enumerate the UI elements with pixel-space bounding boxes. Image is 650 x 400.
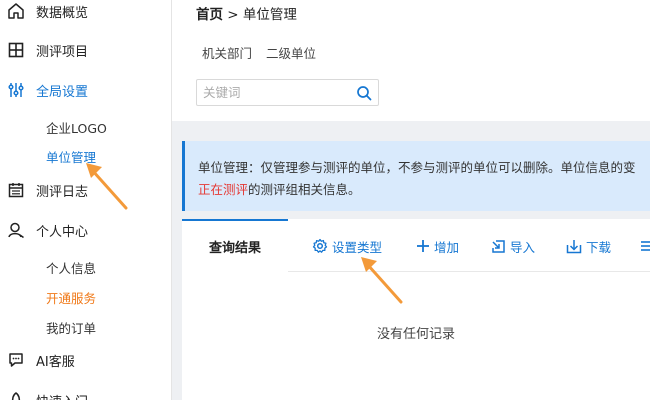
results-card: 查询结果 设置类型 增加 导入 下载 没有任何记录	[182, 219, 650, 400]
gear-icon	[312, 238, 328, 253]
tab-departments[interactable]: 机关部门	[202, 46, 252, 61]
settings-type-label: 设置类型	[332, 239, 383, 255]
download-icon	[566, 239, 582, 253]
sidebar-subitem-subscribe[interactable]: 开通服务	[46, 288, 96, 307]
sidebar-item-personal[interactable]: 个人中心	[0, 215, 172, 245]
sidebar-item-label: 个人中心	[36, 224, 89, 240]
notice-banner: 单位管理：仅管理参与测评的单位，不参与测评的单位可以删除。单位信息的变 正在测评…	[182, 141, 650, 211]
unit-type-tabs: 机关部门 二级单位	[202, 43, 330, 62]
empty-state-text: 没有任何记录	[376, 327, 455, 342]
tab-secondary-units[interactable]: 二级单位	[266, 46, 316, 61]
sidebar-subitem-orders[interactable]: 我的订单	[46, 318, 96, 337]
sidebar-item-label: 数据概览	[36, 5, 89, 21]
sidebar: 数据概览 测评项目 全局设置 企业LOGO 单位管理 测评日志 个人中心 个人信…	[0, 0, 172, 400]
download-button[interactable]: 下载	[566, 236, 611, 256]
calendar-icon	[6, 180, 26, 200]
breadcrumb-separator: >	[227, 7, 239, 23]
import-button[interactable]: 导入	[491, 236, 535, 256]
user-icon	[6, 220, 26, 240]
sidebar-subitem-profile[interactable]: 个人信息	[46, 258, 96, 277]
sidebar-item-projects[interactable]: 测评项目	[0, 35, 172, 65]
sidebar-subitem-units[interactable]: 单位管理	[46, 147, 96, 166]
main-content: 首页 > 单位管理 机关部门二级单位 单位管理：仅管理参与测评的单位，不参与测评…	[172, 0, 650, 400]
sidebar-item-label: AI客服	[36, 354, 75, 370]
sidebar-item-label: 测评项目	[36, 44, 89, 60]
add-button[interactable]: 增加	[416, 236, 459, 256]
notice-line-1: 单位管理：仅管理参与测评的单位，不参与测评的单位可以删除。单位信息的变	[198, 160, 636, 175]
notice-highlight: 正在测评	[198, 182, 249, 197]
sidebar-item-ai-service[interactable]: AI客服	[0, 345, 172, 375]
search-icon[interactable]	[356, 85, 372, 101]
breadcrumb: 首页 > 单位管理	[196, 3, 297, 23]
sidebar-item-label: 测评日志	[36, 184, 89, 200]
notice-line-2: 正在测评的测评组相关信息。	[198, 179, 361, 198]
more-menu-button[interactable]	[640, 236, 650, 256]
grid-icon	[6, 40, 26, 60]
download-label: 下载	[586, 239, 612, 255]
import-label: 导入	[510, 239, 536, 255]
sidebar-item-label: 全局设置	[36, 84, 89, 100]
sidebar-item-overview[interactable]: 数据概览	[0, 0, 172, 26]
home-icon	[6, 1, 26, 21]
menu-icon	[641, 241, 650, 251]
breadcrumb-home[interactable]: 首页	[196, 7, 223, 23]
sidebar-item-logs[interactable]: 测评日志	[0, 175, 172, 205]
sidebar-item-settings[interactable]: 全局设置	[0, 75, 172, 105]
app-root: 数据概览 测评项目 全局设置 企业LOGO 单位管理 测评日志 个人中心 个人信…	[0, 0, 650, 400]
sliders-icon	[6, 80, 26, 100]
chat-icon	[6, 350, 26, 370]
search-input[interactable]	[203, 83, 353, 102]
toolbar: 设置类型 增加 导入 下载	[288, 219, 650, 272]
settings-type-button[interactable]: 设置类型	[312, 236, 382, 256]
plus-icon	[417, 240, 429, 252]
add-label: 增加	[434, 239, 460, 255]
import-icon	[492, 239, 505, 253]
breadcrumb-current: 单位管理	[242, 7, 297, 23]
tab-query-results[interactable]: 查询结果	[182, 219, 288, 272]
notice-line-2-rest: 的测评组相关信息。	[248, 182, 361, 197]
sidebar-subitem-logo[interactable]: 企业LOGO	[46, 118, 107, 137]
sidebar-item-label: 快速入门	[36, 391, 88, 400]
sidebar-item-quickstart[interactable]: 快速入门	[0, 385, 172, 400]
rocket-icon	[6, 390, 26, 400]
search-box	[196, 79, 379, 106]
